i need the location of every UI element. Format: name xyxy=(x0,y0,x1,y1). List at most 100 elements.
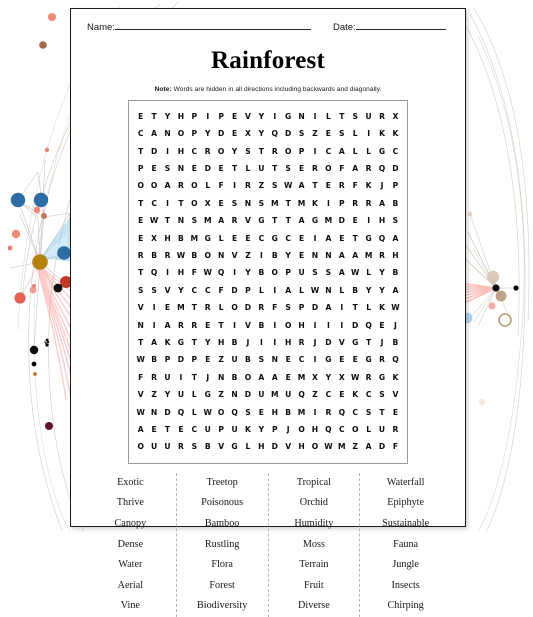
grid-cell[interactable]: G xyxy=(362,356,375,364)
grid-cell[interactable]: J xyxy=(375,339,388,347)
grid-cell[interactable]: L xyxy=(335,287,348,295)
grid-cell[interactable]: B xyxy=(255,269,268,277)
grid-cell[interactable]: A xyxy=(134,426,147,434)
grid-cell[interactable]: E xyxy=(335,391,348,399)
grid-cell[interactable]: A xyxy=(295,182,308,190)
grid-cell[interactable]: Q xyxy=(228,408,241,417)
grid-cell[interactable]: O xyxy=(241,374,254,382)
grid-cell[interactable]: I xyxy=(308,356,321,364)
grid-cell[interactable]: I xyxy=(161,148,174,156)
grid-cell[interactable]: A xyxy=(322,304,335,312)
grid-cell[interactable]: E xyxy=(147,165,160,173)
grid-cell[interactable]: Y xyxy=(255,426,268,434)
grid-cell[interactable]: L xyxy=(362,269,375,277)
grid-cell[interactable]: C xyxy=(255,235,268,243)
grid-cell[interactable]: N xyxy=(322,287,335,295)
grid-cell[interactable]: C xyxy=(134,130,147,138)
grid-cell[interactable]: E xyxy=(389,408,402,417)
grid-cell[interactable]: S xyxy=(188,217,201,225)
word-list-item[interactable]: Epiphyte xyxy=(387,493,424,514)
grid-cell[interactable]: Z xyxy=(349,443,362,451)
grid-cell[interactable]: Q xyxy=(362,321,375,330)
word-list-item[interactable]: Flora xyxy=(211,555,233,576)
grid-cell[interactable]: V xyxy=(335,339,348,347)
grid-cell[interactable]: T xyxy=(268,217,281,225)
grid-cell[interactable]: F xyxy=(335,165,348,173)
grid-cell[interactable]: A xyxy=(268,374,281,382)
grid-cell[interactable]: L xyxy=(255,287,268,295)
grid-cell[interactable]: T xyxy=(228,165,241,173)
grid-cell[interactable]: H xyxy=(268,408,281,417)
grid-cell[interactable]: M xyxy=(268,200,281,208)
grid-cell[interactable]: L xyxy=(241,165,254,173)
grid-cell[interactable]: T xyxy=(161,217,174,225)
grid-cell[interactable]: I xyxy=(268,287,281,295)
grid-cell[interactable]: Y xyxy=(174,287,187,295)
grid-cell[interactable]: R xyxy=(268,148,281,156)
grid-cell[interactable]: L xyxy=(349,148,362,156)
grid-cell[interactable]: E xyxy=(134,113,147,121)
grid-cell[interactable]: I xyxy=(308,235,321,243)
grid-cell[interactable]: Y xyxy=(322,374,335,382)
grid-cell[interactable]: R xyxy=(362,374,375,382)
grid-cell[interactable]: P xyxy=(335,200,348,208)
grid-cell[interactable]: E xyxy=(174,426,187,434)
grid-cell[interactable]: R xyxy=(375,113,388,121)
grid-cell[interactable]: I xyxy=(362,217,375,225)
grid-cell[interactable]: L xyxy=(362,304,375,312)
grid-cell[interactable]: N xyxy=(228,391,241,399)
grid-cell[interactable]: P xyxy=(134,165,147,173)
grid-cell[interactable]: N xyxy=(214,252,227,260)
grid-cell[interactable]: D xyxy=(241,391,254,399)
word-list-item[interactable]: Exotic xyxy=(117,473,144,494)
grid-cell[interactable]: G xyxy=(255,217,268,225)
grid-cell[interactable]: U xyxy=(161,374,174,382)
grid-cell[interactable]: E xyxy=(295,165,308,173)
grid-cell[interactable]: S xyxy=(281,304,294,312)
grid-cell[interactable]: O xyxy=(281,148,294,156)
grid-cell[interactable]: O xyxy=(214,408,227,417)
grid-cell[interactable]: L xyxy=(201,182,214,190)
grid-cell[interactable]: P xyxy=(188,130,201,138)
grid-cell[interactable]: Q xyxy=(335,408,348,417)
grid-cell[interactable]: T xyxy=(174,200,187,208)
grid-cell[interactable]: I xyxy=(228,321,241,330)
word-list-item[interactable]: Jungle xyxy=(392,555,419,576)
grid-cell[interactable]: A xyxy=(349,252,362,260)
grid-cell[interactable]: I xyxy=(308,321,321,330)
grid-cell[interactable]: I xyxy=(228,182,241,190)
word-list-item[interactable]: Canopy xyxy=(115,514,147,535)
grid-cell[interactable]: E xyxy=(134,235,147,243)
grid-cell[interactable]: T xyxy=(147,113,160,121)
grid-cell[interactable]: S xyxy=(228,200,241,208)
grid-cell[interactable]: K xyxy=(161,339,174,347)
grid-cell[interactable]: S xyxy=(241,408,254,417)
grid-cell[interactable]: D xyxy=(268,443,281,451)
grid-cell[interactable]: G xyxy=(268,235,281,243)
grid-cell[interactable]: W xyxy=(322,443,335,451)
grid-cell[interactable]: G xyxy=(201,391,214,399)
grid-cell[interactable]: A xyxy=(255,374,268,382)
grid-cell[interactable]: D xyxy=(375,443,388,451)
grid-cell[interactable]: C xyxy=(147,200,160,208)
grid-cell[interactable]: O xyxy=(295,426,308,434)
grid-cell[interactable]: U xyxy=(362,113,375,121)
grid-cell[interactable]: P xyxy=(295,148,308,156)
grid-cell[interactable]: S xyxy=(322,269,335,277)
word-list-item[interactable]: Thrive xyxy=(117,493,144,514)
grid-cell[interactable]: X xyxy=(241,130,254,138)
word-list-item[interactable]: Poisonous xyxy=(201,493,243,514)
grid-cell[interactable]: D xyxy=(241,304,254,312)
word-list-item[interactable]: Fruit xyxy=(304,576,324,597)
word-list-item[interactable]: Forest xyxy=(209,576,234,597)
grid-cell[interactable]: T xyxy=(214,321,227,330)
grid-cell[interactable]: W xyxy=(174,252,187,260)
grid-cell[interactable]: W xyxy=(147,217,160,225)
word-list-item[interactable]: Moss xyxy=(303,535,325,556)
grid-cell[interactable]: J xyxy=(389,321,402,330)
grid-cell[interactable]: E xyxy=(228,130,241,138)
grid-cell[interactable]: B xyxy=(174,235,187,243)
grid-cell[interactable]: C xyxy=(362,391,375,399)
grid-cell[interactable]: L xyxy=(214,304,227,312)
grid-cell[interactable]: B xyxy=(389,339,402,347)
